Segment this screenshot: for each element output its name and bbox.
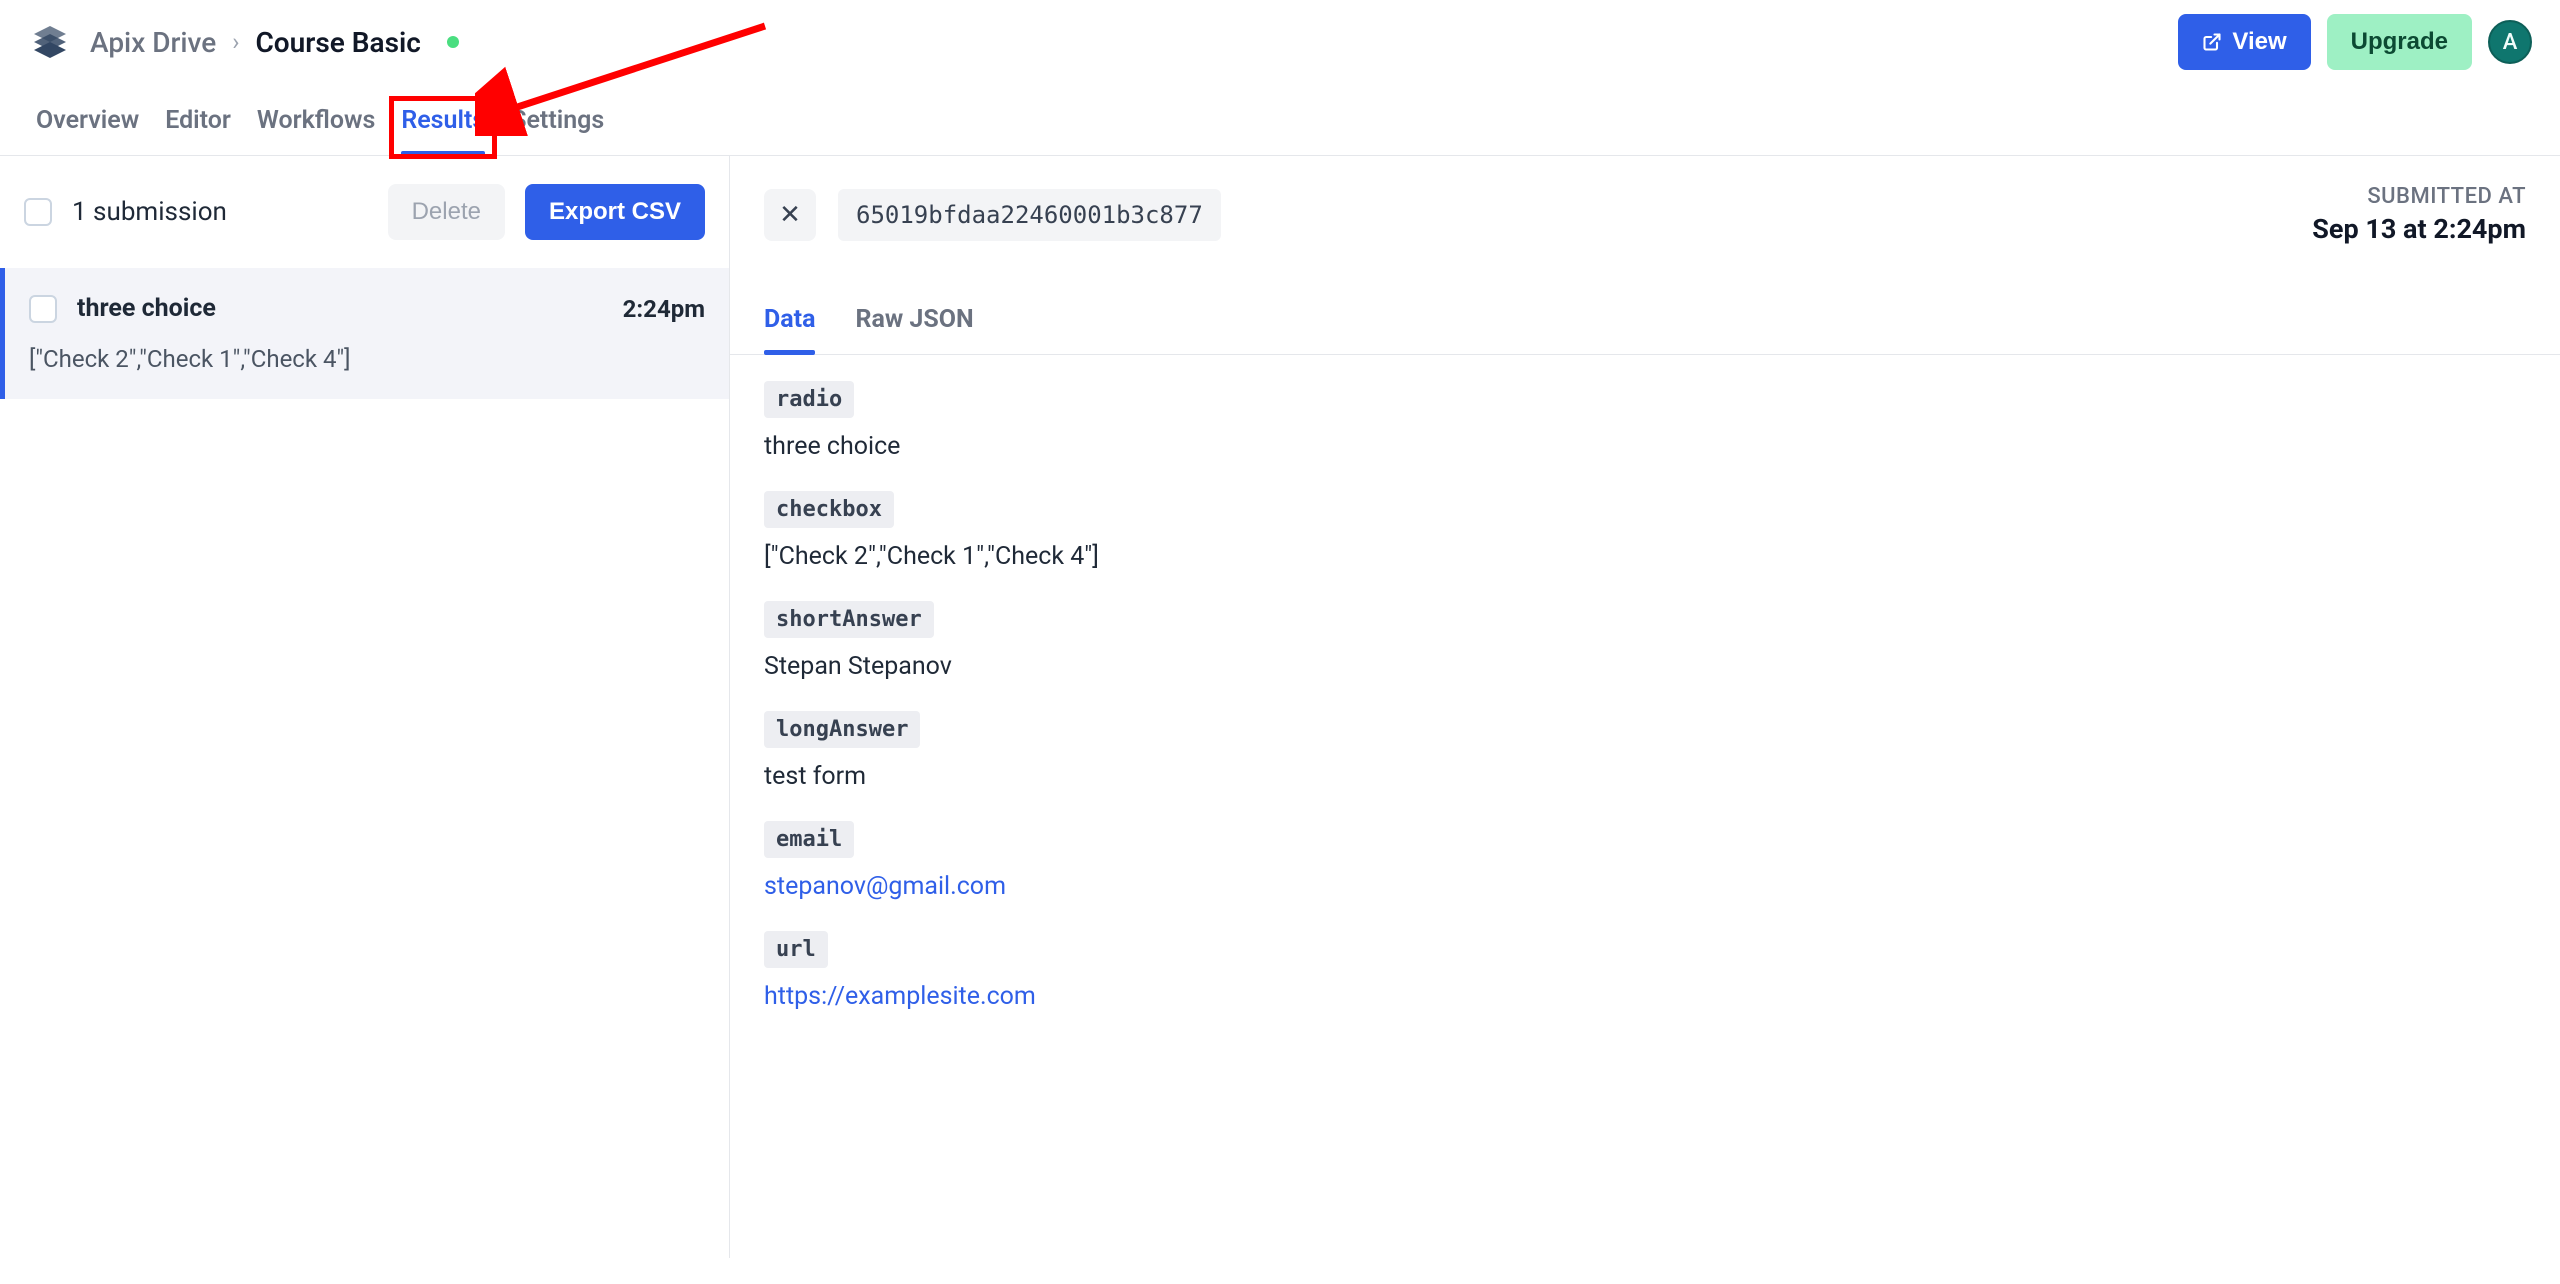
field-row: url https://examplesite.com [764, 931, 2526, 1011]
field-row: shortAnswer Stepan Stepanov [764, 601, 2526, 681]
chevron-right-icon: › [232, 28, 239, 56]
submission-row-head: three choice 2:24pm [29, 294, 705, 323]
detail-tab-raw-json[interactable]: Raw JSON [855, 305, 973, 354]
app-logo [28, 20, 72, 64]
detail-header-left: ✕ 65019bfdaa22460001b3c877 [764, 189, 1221, 241]
field-key: longAnswer [764, 711, 920, 748]
submission-id: 65019bfdaa22460001b3c877 [838, 189, 1221, 241]
field-value[interactable]: https://examplesite.com [764, 982, 2526, 1011]
list-toolbar: 1 submission Delete Export CSV [0, 156, 729, 268]
detail-header: ✕ 65019bfdaa22460001b3c877 SUBMITTED AT … [730, 156, 2560, 273]
field-key: url [764, 931, 828, 968]
submissions-count: 1 submission [72, 197, 368, 227]
close-icon: ✕ [779, 199, 801, 230]
detail-column: ✕ 65019bfdaa22460001b3c877 SUBMITTED AT … [730, 156, 2560, 1258]
view-button-label: View [2232, 28, 2286, 56]
field-key: email [764, 821, 854, 858]
select-all-checkbox[interactable] [24, 198, 52, 226]
field-row: checkbox ["Check 2","Check 1","Check 4"] [764, 491, 2526, 571]
submissions-column: 1 submission Delete Export CSV three cho… [0, 156, 730, 1258]
external-link-icon [2202, 32, 2222, 52]
submission-row[interactable]: three choice 2:24pm ["Check 2","Check 1"… [0, 268, 729, 399]
submission-checkbox[interactable] [29, 295, 57, 323]
field-row: email stepanov@gmail.com [764, 821, 2526, 901]
breadcrumb-title[interactable]: Course Basic [255, 26, 420, 59]
tab-workflows[interactable]: Workflows [257, 106, 375, 155]
main: 1 submission Delete Export CSV three cho… [0, 156, 2560, 1258]
submitted-block: SUBMITTED AT Sep 13 at 2:24pm [2312, 184, 2526, 245]
field-key: shortAnswer [764, 601, 934, 638]
detail-tab-data[interactable]: Data [764, 305, 815, 354]
field-row: radio three choice [764, 381, 2526, 461]
close-button[interactable]: ✕ [764, 189, 816, 241]
header-bar: Apix Drive › Course Basic View Upgrade A [0, 0, 2560, 70]
submission-time: 2:24pm [623, 295, 705, 323]
field-value: Stepan Stepanov [764, 652, 2526, 681]
field-value[interactable]: stepanov@gmail.com [764, 872, 2526, 901]
field-value: ["Check 2","Check 1","Check 4"] [764, 542, 2526, 571]
field-key: checkbox [764, 491, 894, 528]
header-left: Apix Drive › Course Basic [28, 20, 459, 64]
detail-tabs: Data Raw JSON [730, 273, 2560, 355]
breadcrumb: Apix Drive › Course Basic [90, 26, 459, 59]
field-value: three choice [764, 432, 2526, 461]
upgrade-button[interactable]: Upgrade [2327, 14, 2472, 70]
fields-list: radio three choice checkbox ["Check 2","Che… [730, 355, 2560, 1067]
delete-button[interactable]: Delete [388, 184, 505, 240]
status-dot-icon [447, 36, 459, 48]
field-key: radio [764, 381, 854, 418]
header-right: View Upgrade A [2178, 14, 2532, 70]
tab-settings[interactable]: Settings [511, 106, 604, 155]
breadcrumb-org[interactable]: Apix Drive [90, 26, 216, 59]
upgrade-button-label: Upgrade [2351, 28, 2448, 56]
submission-preview: ["Check 2","Check 1","Check 4"] [29, 345, 705, 373]
submitted-at-value: Sep 13 at 2:24pm [2312, 213, 2526, 245]
tabs-row: Overview Editor Workflows Results Settin… [0, 70, 2560, 156]
tab-editor[interactable]: Editor [165, 106, 231, 155]
tab-results[interactable]: Results [401, 106, 485, 155]
tab-overview[interactable]: Overview [36, 106, 139, 155]
export-csv-button[interactable]: Export CSV [525, 184, 705, 240]
submission-title: three choice [77, 294, 623, 323]
submitted-at-label: SUBMITTED AT [2312, 184, 2526, 209]
view-button[interactable]: View [2178, 14, 2310, 70]
field-row: longAnswer test form [764, 711, 2526, 791]
avatar[interactable]: A [2488, 20, 2532, 64]
field-value: test form [764, 762, 2526, 791]
